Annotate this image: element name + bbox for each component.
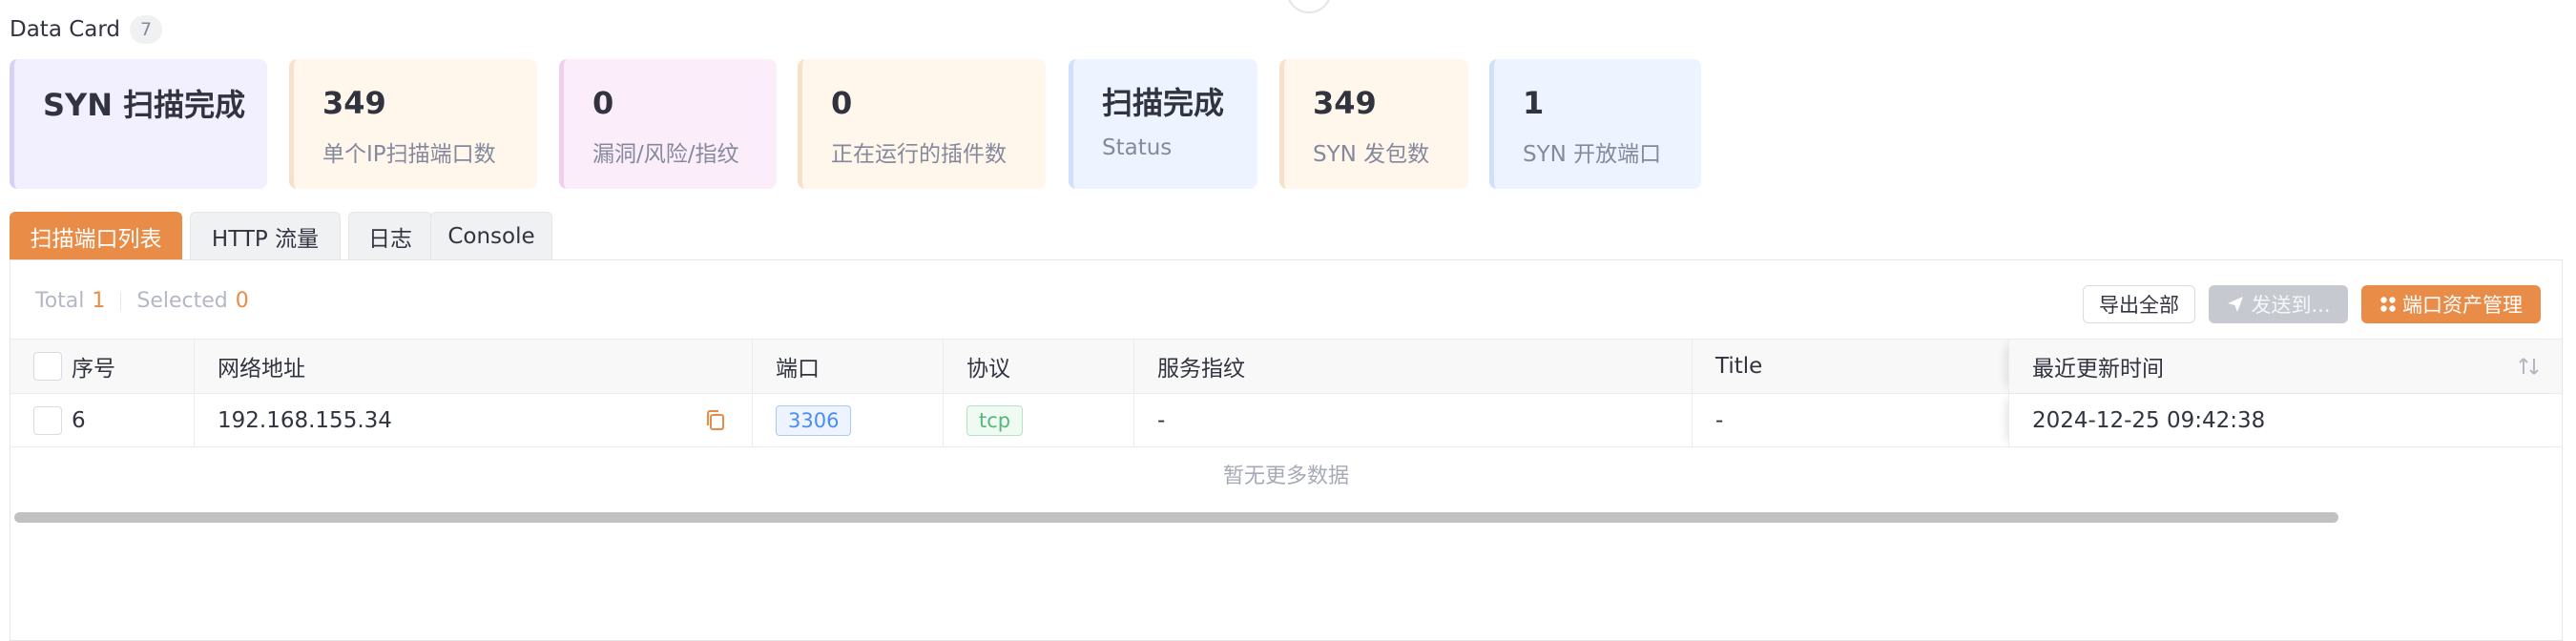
port-list-panel: Total 1 Selected 0 导出全部 发送到... 端口资产管理 序号… <box>10 259 2563 641</box>
cell-address: 192.168.155.34 <box>194 394 752 446</box>
card-label: Status <box>1102 135 1173 160</box>
data-card-title: Data Card <box>10 17 121 42</box>
data-card-count-badge: 7 <box>130 15 163 44</box>
tab-http-traffic[interactable]: HTTP 流量 <box>190 212 341 259</box>
tab-logs[interactable]: 日志 <box>348 212 432 259</box>
card-label: 漏洞/风险/指纹 <box>592 142 739 167</box>
send-to-button[interactable]: 发送到... <box>2209 285 2348 323</box>
card-vulns: 0 漏洞/风险/指纹 <box>559 59 777 189</box>
table-row[interactable]: 6 192.168.155.34 3306 tcp - - 2024-12-25… <box>10 394 2562 447</box>
card-status: 扫描完成 Status <box>1069 59 1257 189</box>
column-fingerprint[interactable]: 服务指纹 <box>1133 340 1692 393</box>
card-ports-per-ip: 349 单个IP扫描端口数 <box>289 59 537 189</box>
card-running-plugins: 0 正在运行的插件数 <box>798 59 1046 189</box>
horizontal-scrollbar[interactable] <box>14 512 2338 523</box>
card-label: 正在运行的插件数 <box>831 142 1007 167</box>
no-more-data-text: 暂无更多数据 <box>1222 465 1349 488</box>
tab-port-list[interactable]: 扫描端口列表 <box>10 212 182 259</box>
cell-index-value: 6 <box>72 407 86 433</box>
select-all-checkbox[interactable] <box>33 352 62 381</box>
column-port[interactable]: 端口 <box>752 340 943 393</box>
cell-fingerprint: - <box>1133 394 1692 446</box>
protocol-tag: tcp <box>966 404 1024 436</box>
cell-title: - <box>1692 394 2008 446</box>
stats-divider <box>120 291 122 311</box>
cell-protocol: tcp <box>943 394 1133 446</box>
export-all-button[interactable]: 导出全部 <box>2083 285 2195 323</box>
column-index: 序号 <box>10 340 194 393</box>
send-icon <box>2228 297 2244 312</box>
column-title[interactable]: Title <box>1692 340 2008 393</box>
grid-icon <box>2380 297 2396 312</box>
tab-console[interactable]: Console <box>430 212 552 259</box>
card-label: 单个IP扫描端口数 <box>322 142 496 167</box>
total-label: Total <box>35 289 85 313</box>
export-all-label: 导出全部 <box>2099 294 2179 317</box>
card-value: 0 <box>592 85 614 121</box>
card-value: SYN 扫描完成 <box>43 87 246 123</box>
sort-icon[interactable] <box>2516 355 2543 378</box>
port-asset-management-button[interactable]: 端口资产管理 <box>2361 285 2541 323</box>
cell-index: 6 <box>10 394 194 446</box>
card-value: 349 <box>322 85 386 121</box>
data-card-header: Data Card 7 <box>10 13 163 46</box>
card-label: SYN 发包数 <box>1313 142 1430 167</box>
cell-address-value: 192.168.155.34 <box>218 407 392 433</box>
card-value: 349 <box>1313 85 1377 121</box>
card-syn-packets: 349 SYN 发包数 <box>1279 59 1468 189</box>
copy-icon[interactable] <box>704 408 727 433</box>
selected-count: 0 <box>235 289 249 313</box>
card-value: 0 <box>831 85 853 121</box>
column-updated[interactable]: 最近更新时间 <box>2008 340 2562 393</box>
cell-updated: 2024-12-25 09:42:38 <box>2008 394 2562 446</box>
column-address[interactable]: 网络地址 <box>194 340 752 393</box>
row-checkbox[interactable] <box>33 405 62 435</box>
column-protocol[interactable]: 协议 <box>943 340 1133 393</box>
table-stats: Total 1 Selected 0 <box>35 289 249 313</box>
port-tag: 3306 <box>776 404 852 436</box>
table-header: 序号 网络地址 端口 协议 服务指纹 Title 最近更新时间 <box>10 339 2562 394</box>
card-label: SYN 开放端口 <box>1523 142 1662 167</box>
collapse-toggle-button[interactable] <box>1286 0 1332 13</box>
card-syn-open-ports: 1 SYN 开放端口 <box>1489 59 1701 189</box>
selected-label: Selected <box>136 289 228 313</box>
total-count: 1 <box>92 289 106 313</box>
column-index-label: 序号 <box>72 357 115 382</box>
column-updated-label: 最近更新时间 <box>2032 357 2164 382</box>
card-syn-status: SYN 扫描完成 <box>10 59 267 189</box>
send-to-label: 发送到... <box>2251 294 2331 317</box>
card-value: 扫描完成 <box>1102 85 1225 121</box>
card-value: 1 <box>1523 85 1545 121</box>
cell-port: 3306 <box>752 394 943 446</box>
port-asset-management-label: 端口资产管理 <box>2402 294 2523 317</box>
